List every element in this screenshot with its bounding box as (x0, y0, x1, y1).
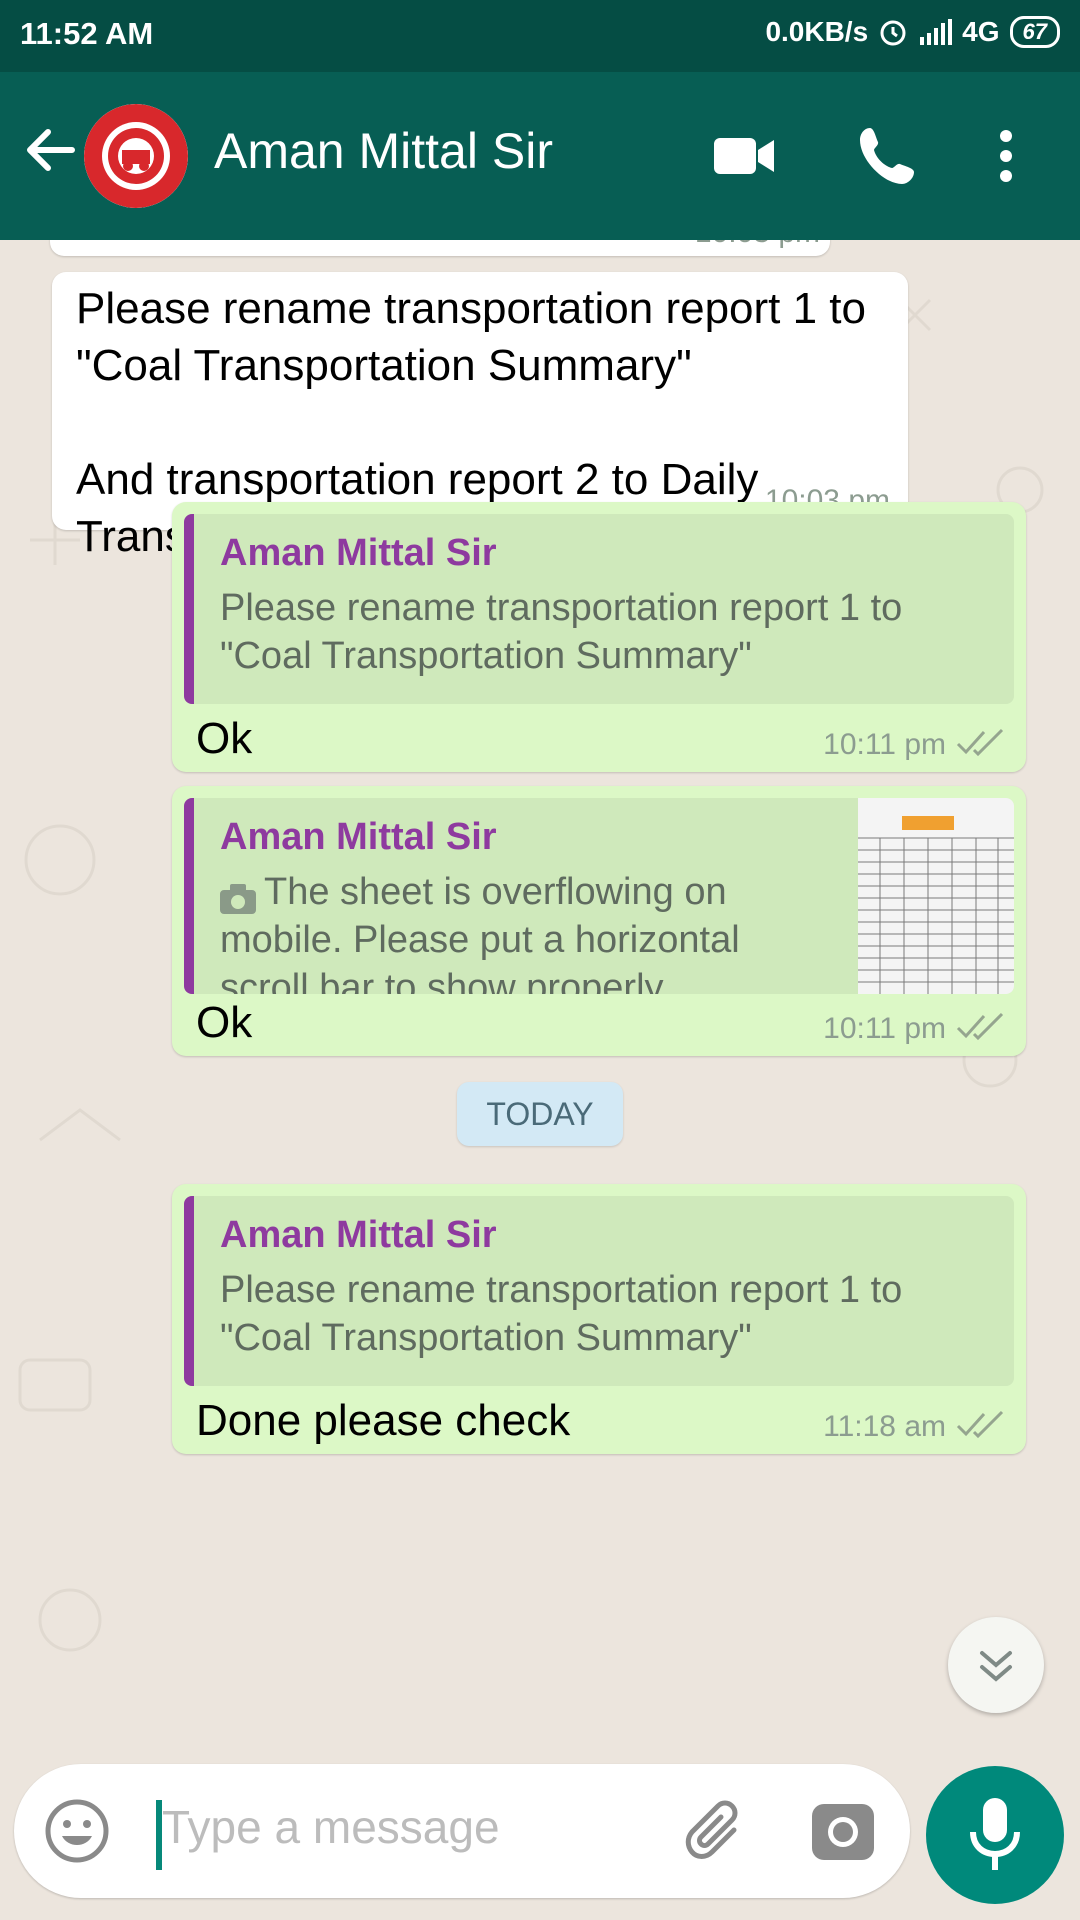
message-time: 10:03 pm (695, 240, 820, 250)
mic-icon (970, 1798, 1020, 1870)
outgoing-message[interactable]: Aman Mittal Sir The sheet is overflowing… (172, 786, 1026, 1056)
voice-message-button[interactable] (926, 1766, 1064, 1904)
message-time: 10:11 pm (823, 1012, 946, 1045)
signal-icon (920, 19, 953, 45)
chat-header: Aman Mittal Sir (0, 72, 1080, 240)
contact-name[interactable]: Aman Mittal Sir (214, 122, 553, 180)
scroll-down-icon (980, 1651, 1012, 1682)
network-type: 4G (962, 16, 1000, 47)
day-separator: TODAY (457, 1082, 623, 1146)
spreadsheet-thumbnail (858, 798, 1014, 994)
quoted-message[interactable]: Aman Mittal Sir Please rename transporta… (184, 514, 1014, 704)
battery-indicator: 67 (1009, 16, 1060, 48)
network-speed: 0.0KB/s (765, 16, 869, 47)
quote-author: Aman Mittal Sir (220, 816, 497, 858)
status-time: 11:52 AM (20, 16, 154, 51)
quoted-message[interactable]: Aman Mittal Sir Please rename transporta… (184, 1196, 1014, 1386)
composer-bar: Type a message (0, 1758, 1080, 1920)
double-tick-icon (956, 728, 1004, 757)
quote-author: Aman Mittal Sir (220, 1214, 497, 1256)
message-time: 10:11 pm (823, 728, 946, 761)
chat-area[interactable]: 10:03 pm Please rename transportation re… (0, 240, 1080, 1758)
message-input[interactable]: Type a message (162, 1800, 500, 1854)
back-arrow-icon[interactable] (22, 122, 78, 178)
outgoing-message[interactable]: Aman Mittal Sir Please rename transporta… (172, 502, 1026, 772)
video-call-icon[interactable] (712, 124, 776, 188)
outgoing-message[interactable]: Aman Mittal Sir Please rename transporta… (172, 1184, 1026, 1454)
quote-text: The sheet is overflowing on mobile. Plea… (220, 871, 740, 994)
quote-text: Please rename transportation report 1 to… (220, 1269, 903, 1386)
message-input-container[interactable]: Type a message (14, 1764, 910, 1898)
quoted-message[interactable]: Aman Mittal Sir The sheet is overflowing… (184, 798, 1014, 994)
indian-railways-logo (84, 104, 188, 208)
message-text: Ok (196, 714, 253, 763)
alarm-icon (880, 20, 906, 46)
incoming-message[interactable]: Please rename transportation report 1 to… (52, 272, 908, 561)
message-text: Done please check (196, 1396, 571, 1445)
quote-author: Aman Mittal Sir (220, 532, 497, 574)
message-text: Ok (196, 998, 253, 1047)
attach-icon[interactable] (674, 1794, 746, 1866)
emoji-icon[interactable] (44, 1798, 110, 1864)
status-bar: 11:52 AM 0.0KB/s 4G 67 (0, 0, 1080, 72)
status-indicators: 0.0KB/s 4G 67 (765, 16, 1060, 48)
message-bubble-partial[interactable]: 10:03 pm (50, 240, 830, 256)
double-tick-icon (956, 1410, 1004, 1439)
avatar[interactable] (84, 104, 188, 208)
camera-icon[interactable] (810, 1798, 876, 1864)
quote-text: Please rename transportation report 1 to… (220, 587, 903, 704)
message-time: 11:18 am (823, 1410, 946, 1443)
scroll-to-bottom-button[interactable] (948, 1617, 1044, 1713)
double-tick-icon (956, 1012, 1004, 1041)
phone-icon[interactable] (856, 124, 920, 188)
more-options-icon[interactable] (986, 124, 1026, 188)
